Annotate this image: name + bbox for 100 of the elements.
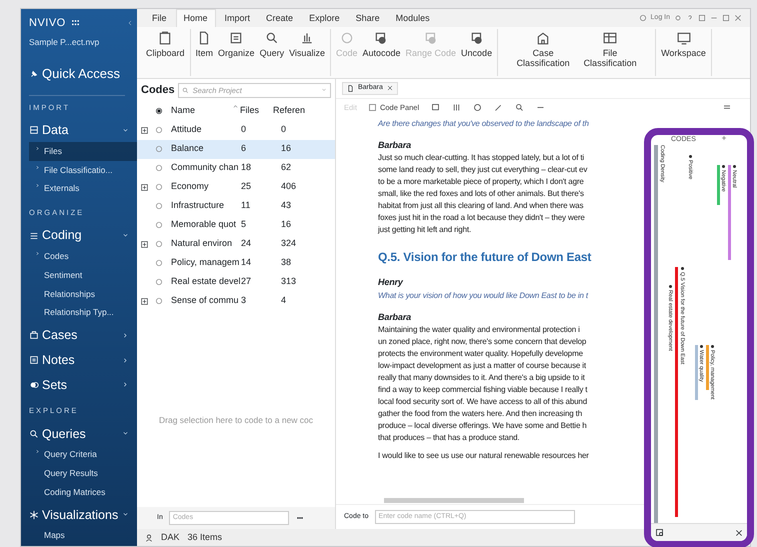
folder-icon [29,330,39,340]
text-line: some land ready to sell, they just cut everything – clear-cut ev [378,164,588,176]
project-name: Sample P...ect.nvp [29,36,100,48]
chevron-down-icon [122,511,129,518]
sidebar-item[interactable]: Files [29,142,137,160]
radio-icon[interactable] [155,259,163,267]
ellipsis-icon[interactable] [294,514,305,522]
circle-icon[interactable] [473,102,482,112]
radio-icon[interactable] [155,202,163,210]
sidebar-group[interactable]: Data [29,119,137,142]
radio-icon[interactable] [155,183,163,191]
circle-icon [340,31,354,45]
expand-icon[interactable] [141,184,148,190]
zoom-icon[interactable] [515,102,524,112]
sidebar-item[interactable]: Externals [29,179,137,198]
ribbon-button[interactable]: Organize [216,29,257,76]
menu-tab[interactable]: Create [259,10,300,27]
ribbon-button[interactable]: Query [258,29,286,76]
code-row[interactable]: Real estate devel27 313 [137,272,335,292]
sidebar-item[interactable]: Relationship Typ... [29,303,137,322]
ribbon-button[interactable]: Autocode [360,29,402,76]
plus-icon[interactable] [721,135,727,141]
text-line: really that many downsides to it. And there's a big upside to it [378,372,585,384]
sidebar-group[interactable]: Visualizations [29,504,137,526]
bullet-icon [688,155,692,158]
menu-tab[interactable]: Import [218,10,258,27]
sidebar-group[interactable]: Coding [29,224,137,247]
column-header[interactable]: Name [171,104,233,118]
menu-tab[interactable]: Home [176,8,216,27]
sidebar-group[interactable]: Notes [29,348,137,372]
radio-icon[interactable] [155,221,163,229]
sidebar-item[interactable]: Sentiment [29,266,137,284]
expand-icon[interactable] [141,126,148,134]
code-row[interactable]: Community chan 18 62 [137,158,335,178]
ribbon-button[interactable]: Visualize [287,29,327,76]
stripes-icon[interactable] [452,102,462,112]
menu-tab[interactable]: Share [348,10,387,27]
building-icon [536,31,550,45]
sidebar-item[interactable]: Maps [29,526,137,545]
ribbon-button[interactable]: Case Classification [510,29,576,76]
radio-icon[interactable] [155,126,163,134]
collapse-icon[interactable] [126,19,133,28]
chevron-right-icon [122,356,129,364]
layers-icon [374,31,388,45]
search-icon [29,428,39,439]
ribbon-button[interactable]: Workspace [659,29,708,76]
code-row[interactable]: Infrastructure 11 43 [137,196,335,216]
column-header[interactable]: Referen [273,104,309,118]
sidebar-item[interactable]: Query Criteria [29,445,137,464]
menu-tab[interactable]: File [145,10,174,27]
text-line: just getting hit left and right. [378,224,472,236]
radio-icon[interactable] [155,164,163,172]
ribbon-button[interactable]: Item [194,29,216,76]
list-icon [29,230,39,241]
close-icon[interactable] [386,85,393,92]
ribbon-button[interactable]: File Classification [577,29,644,76]
ribbon-button[interactable]: Clipboard [144,29,187,76]
sidebar-item[interactable]: Query Results [29,464,137,483]
code-row[interactable]: Sense of commu 3 4 [137,292,335,310]
code-row[interactable]: Economy 25 406 [137,178,335,196]
layers-icon [424,31,438,45]
code-row[interactable]: Balance 6 16 [137,140,335,158]
sidebar-item[interactable]: Coding Matrices [29,482,137,502]
radio-icon[interactable] [155,297,163,305]
search-icon [182,86,189,94]
radio-icon[interactable] [155,240,163,248]
bullet-icon [710,345,714,348]
code-row[interactable]: Natural environ 24 324 [137,234,335,254]
radio-icon[interactable] [155,145,163,153]
close-icon[interactable] [735,528,743,536]
pen-icon[interactable] [494,102,504,112]
column-header[interactable]: Files [240,104,260,118]
code-row[interactable]: Attitude 0 0 [137,120,335,140]
expand-icon[interactable] [141,240,148,248]
maximize-icon[interactable] [722,14,730,22]
ribbon-button[interactable]: Uncode [459,29,494,76]
comment-icon[interactable] [431,102,440,112]
sidebar-group[interactable]: Quick Access [29,62,137,86]
sidebar-group[interactable]: Cases [29,324,137,347]
question-text: What is your vision of how you would like Down East to be in t [378,290,588,302]
search-icon [264,31,279,45]
radio-icon[interactable] [155,278,163,286]
sidebar-item[interactable]: Relationships [29,284,137,304]
speaker-name: Barbara [378,138,411,152]
help-icon[interactable] [686,14,694,22]
speaker-name: Henry [378,276,403,290]
expand-icon[interactable] [141,298,148,304]
sidebar-group[interactable]: Sets [29,374,137,396]
chevron-right-icon [35,144,40,152]
chevron-right-icon [122,381,129,388]
menu-tab[interactable]: Explore [302,10,347,27]
code-row[interactable]: Memorable quot 5 16 [137,216,335,234]
code-row[interactable]: Policy, managem 14 38 [137,254,335,272]
item-count: 36 Items [188,530,222,544]
sidebar-item[interactable]: Codes [29,247,137,266]
menu-tab[interactable]: Modules [388,10,437,27]
sidebar-item[interactable]: File Classificatio... [29,160,137,180]
window-icon[interactable] [698,14,706,22]
text-line: Just so much clear-cutting. It has stopped lately, but a lot of ti [378,152,584,164]
sidebar-group[interactable]: Queries [29,422,137,446]
